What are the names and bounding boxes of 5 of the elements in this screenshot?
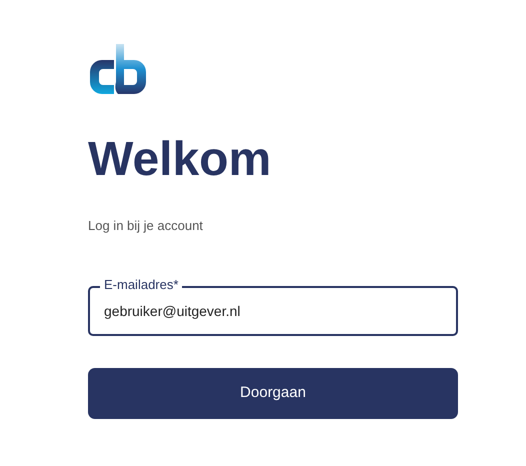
continue-button[interactable]: Doorgaan — [88, 368, 458, 418]
logo-icon — [88, 44, 148, 96]
subtitle: Log in bij je account — [88, 217, 203, 235]
page-title: Welkom — [88, 132, 272, 188]
field-label: E-mailadres* — [100, 278, 182, 292]
